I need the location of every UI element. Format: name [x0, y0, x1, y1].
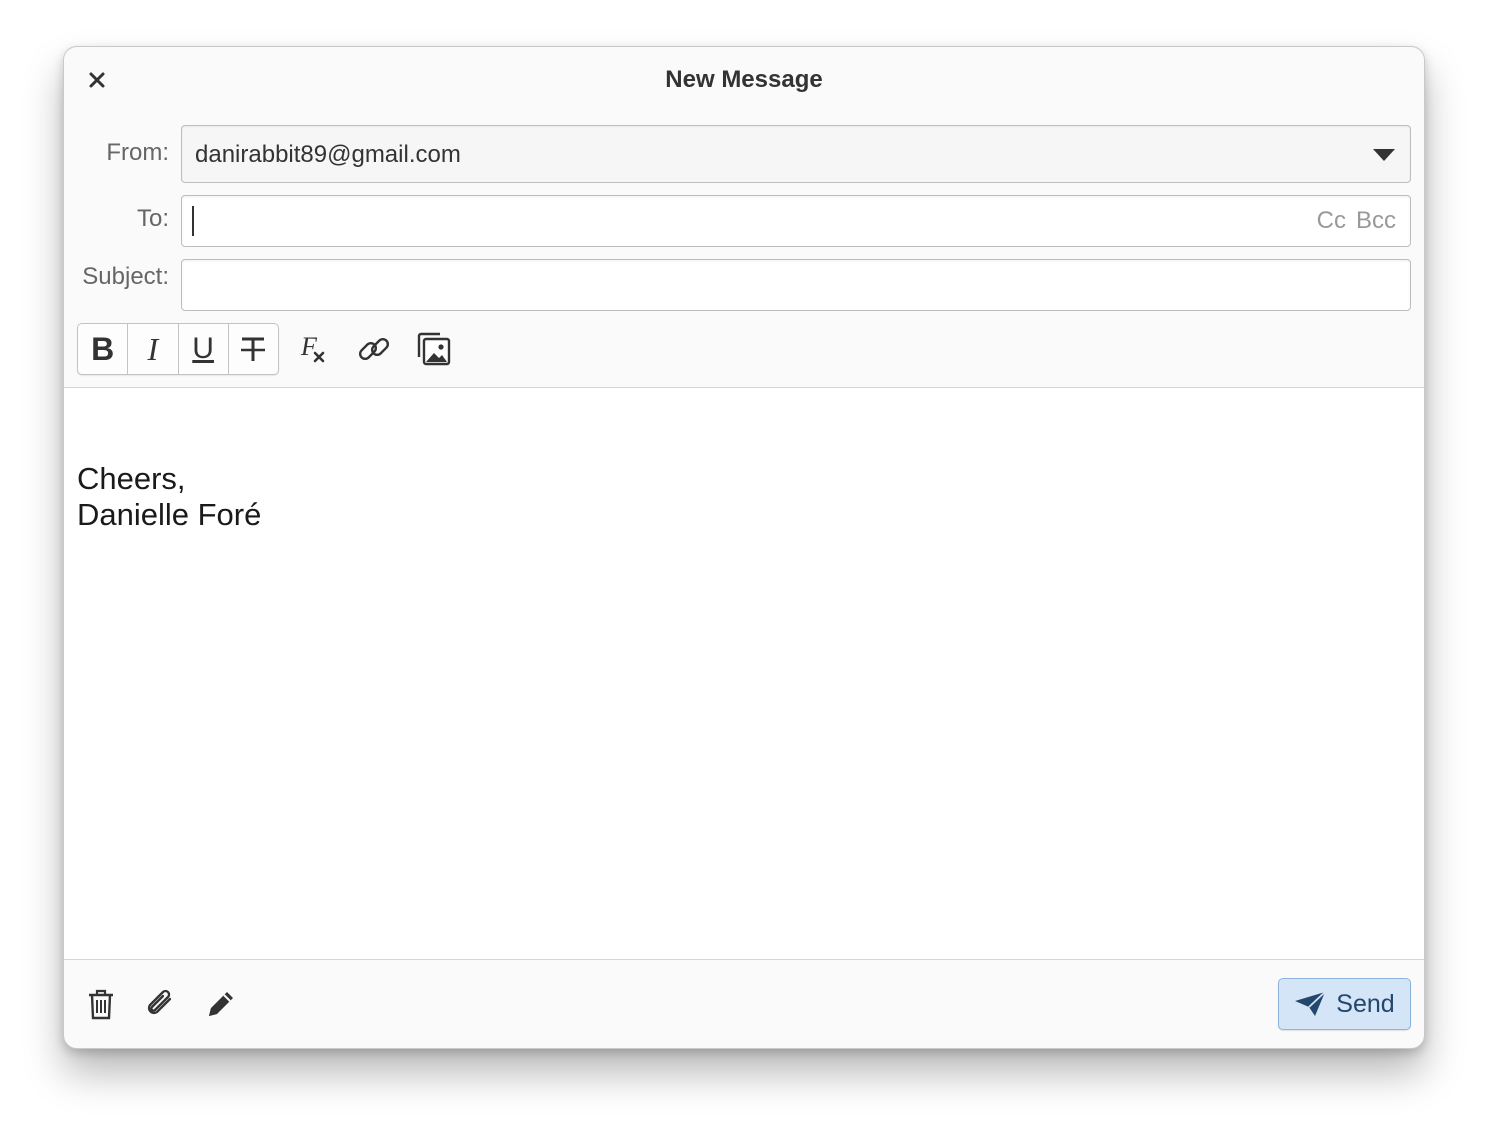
signature-line-2: Danielle Foré	[77, 497, 262, 532]
send-button[interactable]: Send	[1278, 978, 1411, 1030]
cc-bcc-group: Cc Bcc	[1307, 207, 1396, 235]
from-label: From:	[106, 139, 169, 166]
bold-button[interactable]: B	[78, 324, 129, 374]
from-select[interactable]: danirabbit89@gmail.com	[181, 125, 1411, 183]
underline-icon: U	[192, 332, 214, 365]
link-icon	[358, 337, 390, 361]
text-cursor	[192, 206, 194, 236]
signature: Cheers, Danielle Foré	[77, 461, 261, 533]
insert-link-button[interactable]	[354, 331, 394, 367]
send-icon	[1295, 991, 1326, 1016]
clear-formatting-icon: F	[300, 333, 325, 363]
insert-image-icon	[417, 332, 451, 366]
paperclip-icon	[147, 989, 172, 1015]
svg-text:F: F	[300, 333, 318, 361]
title-bar: New Message	[64, 47, 1424, 115]
signature-line-1: Cheers,	[77, 461, 186, 496]
italic-button[interactable]: I	[128, 324, 179, 374]
from-value: danirabbit89@gmail.com	[195, 141, 461, 168]
discard-button[interactable]	[81, 984, 121, 1024]
to-field[interactable]: Cc Bcc	[181, 195, 1411, 247]
strikethrough-button[interactable]	[229, 324, 278, 374]
send-label: Send	[1336, 989, 1395, 1018]
compose-window: New Message From: danirabbit89@gmail.com…	[63, 46, 1425, 1049]
message-body-editor[interactable]: Cheers, Danielle Foré	[64, 387, 1424, 960]
underline-button[interactable]: U	[179, 324, 229, 374]
insert-image-button[interactable]	[414, 331, 454, 367]
clear-formatting-button[interactable]: F	[294, 331, 334, 367]
text-format-group: B I U	[77, 323, 279, 375]
subject-label: Subject:	[82, 263, 169, 290]
cc-button[interactable]: Cc	[1317, 207, 1346, 234]
window-title: New Message	[665, 66, 823, 93]
trash-icon	[89, 989, 113, 1020]
signature-edit-button[interactable]	[201, 984, 241, 1024]
italic-icon: I	[147, 330, 159, 367]
to-label: To:	[136, 205, 169, 232]
attach-button[interactable]	[141, 984, 181, 1024]
bold-icon: B	[91, 330, 115, 367]
chevron-down-icon	[1373, 149, 1395, 161]
subject-field[interactable]	[181, 259, 1411, 311]
strikethrough-icon	[241, 337, 266, 361]
bcc-button[interactable]: Bcc	[1356, 207, 1396, 234]
pencil-icon	[209, 992, 233, 1016]
